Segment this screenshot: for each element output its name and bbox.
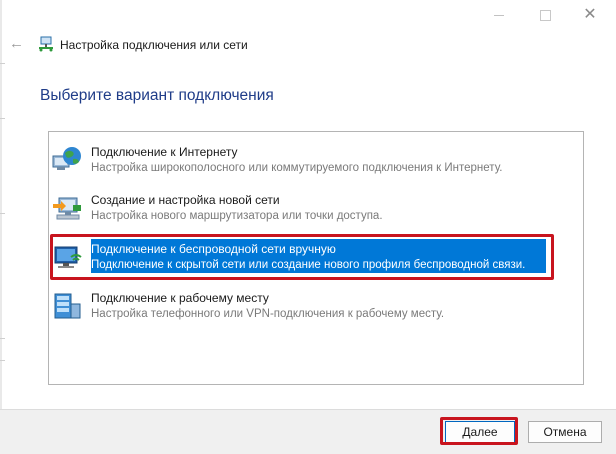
- option-workplace[interactable]: Подключение к рабочему месту Настройка т…: [51, 290, 551, 326]
- option-description: Настройка телефонного или VPN-подключени…: [91, 308, 445, 320]
- option-new-network[interactable]: Создание и настройка новой сети Настройк…: [51, 192, 551, 228]
- back-arrow-icon[interactable]: ←: [9, 36, 25, 52]
- workplace-icon: [51, 290, 83, 322]
- maximize-icon: [539, 9, 551, 21]
- cancel-button[interactable]: Отмена: [528, 421, 602, 443]
- network-setup-icon: [38, 36, 54, 52]
- close-icon: ✕: [583, 6, 597, 23]
- dialog-title: Настройка подключения или сети: [60, 38, 248, 52]
- option-internet[interactable]: Подключение к Интернету Настройка широко…: [51, 144, 551, 180]
- option-title: Создание и настройка новой сети: [91, 193, 280, 207]
- window-left-edge: [0, 0, 2, 453]
- edge-marker: [0, 213, 5, 214]
- globe-network-icon: [51, 144, 83, 176]
- edge-marker: [0, 360, 5, 361]
- close-button[interactable]: ✕: [567, 2, 613, 28]
- highlight-frame-option: [50, 234, 554, 280]
- edge-marker: [0, 338, 5, 339]
- maximize-button[interactable]: [522, 2, 568, 28]
- minimize-button[interactable]: [476, 2, 522, 28]
- option-description: Настройка нового маршрутизатора или точк…: [91, 210, 383, 222]
- dialog-footer: [0, 409, 616, 454]
- option-title: Подключение к рабочему месту: [91, 291, 269, 305]
- highlight-frame-next-button: [440, 417, 518, 445]
- page-heading: Выберите вариант подключения: [40, 87, 274, 104]
- edge-marker: [0, 118, 5, 119]
- edge-marker: [0, 63, 5, 64]
- new-network-icon: [51, 192, 83, 224]
- option-description: Настройка широкополосного или коммутируе…: [91, 162, 503, 174]
- option-title: Подключение к Интернету: [91, 145, 238, 159]
- minimize-icon: [494, 14, 504, 16]
- title-bar: ✕: [0, 0, 616, 30]
